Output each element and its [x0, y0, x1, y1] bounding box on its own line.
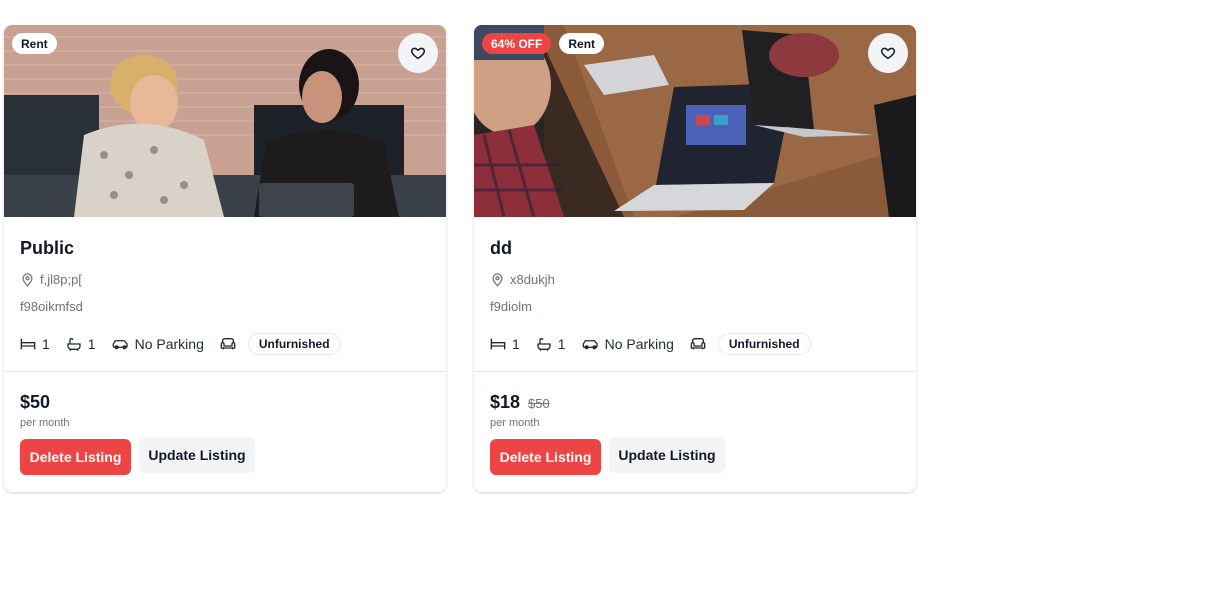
listing-type-badge: Rent	[12, 33, 57, 54]
bath-icon	[67, 338, 81, 351]
badge-group: 64% OFF Rent	[482, 33, 605, 54]
furnished-badge: Unfurnished	[717, 333, 811, 355]
listing-address: f,jl8p;p[	[40, 271, 82, 287]
price-row: $50	[20, 392, 430, 413]
listing-features: 1 1 No Parking Unfurnished	[20, 333, 430, 355]
listings-grid: Rent Public f,jl8p;p[ f98oikmfsd 1 1 No …	[4, 25, 916, 492]
price-row: $18 $50	[490, 392, 900, 413]
heart-icon	[410, 47, 426, 60]
listing-features: 1 1 No Parking Unfurnished	[490, 333, 900, 355]
listing-price: $50	[20, 392, 51, 412]
update-listing-button[interactable]: Update Listing	[609, 437, 725, 473]
badge-group: Rent	[12, 33, 57, 54]
parking-feature: No Parking	[582, 336, 674, 352]
car-icon	[112, 340, 128, 350]
listing-photo[interactable]: 64% OFF Rent	[474, 25, 916, 217]
bathrooms-feature: 1	[66, 336, 96, 352]
listing-description: f98oikmfsd	[20, 299, 83, 314]
bathrooms-count: 1	[87, 336, 96, 352]
bedrooms-feature: 1	[20, 336, 50, 352]
listing-location: f,jl8p;p[	[20, 269, 430, 289]
bed-icon	[490, 338, 506, 350]
listing-title[interactable]: dd	[490, 237, 900, 259]
bedrooms-feature: 1	[490, 336, 520, 352]
sofa-icon	[690, 338, 706, 350]
location-pin-icon	[22, 272, 33, 287]
heart-icon	[880, 47, 896, 60]
favorite-button[interactable]	[398, 33, 438, 73]
price-period: per month	[490, 417, 540, 429]
listing-details: Public f,jl8p;p[ f98oikmfsd 1 1 No Parki…	[4, 217, 446, 372]
listing-card[interactable]: 64% OFF Rent dd x8dukjh f9diolm 1 1 No P…	[474, 25, 916, 492]
delete-listing-button[interactable]: Delete Listing	[20, 439, 131, 475]
bathrooms-feature: 1	[536, 336, 566, 352]
sofa-icon	[220, 338, 236, 350]
listing-type-badge: Rent	[559, 33, 605, 54]
listing-footer: $50 per month Delete Listing Update List…	[4, 372, 446, 475]
listing-address: x8dukjh	[510, 271, 555, 287]
listing-actions: Delete Listing Update Listing	[20, 435, 430, 475]
furnished-feature: Unfurnished	[690, 333, 811, 355]
listing-price: $18	[490, 392, 521, 412]
listing-details: dd x8dukjh f9diolm 1 1 No Parking Unfurn…	[474, 217, 916, 372]
furnished-feature: Unfurnished	[220, 333, 341, 355]
listing-image	[4, 25, 446, 217]
favorite-button[interactable]	[868, 33, 908, 73]
bath-icon	[537, 338, 551, 351]
parking-label: No Parking	[134, 336, 204, 352]
bedrooms-count: 1	[512, 336, 520, 352]
discount-badge: 64% OFF	[482, 33, 552, 54]
price-period: per month	[20, 417, 70, 429]
listing-location: x8dukjh	[490, 269, 900, 289]
furnished-badge: Unfurnished	[247, 333, 341, 355]
listing-actions: Delete Listing Update Listing	[490, 435, 900, 475]
update-listing-button[interactable]: Update Listing	[139, 437, 255, 473]
listing-photo[interactable]: Rent	[4, 25, 446, 217]
listing-title[interactable]: Public	[20, 237, 430, 259]
bed-icon	[20, 338, 36, 350]
listing-card[interactable]: Rent Public f,jl8p;p[ f98oikmfsd 1 1 No …	[4, 25, 446, 492]
regular-price: $50	[528, 396, 550, 411]
parking-label: No Parking	[604, 336, 674, 352]
parking-feature: No Parking	[112, 336, 204, 352]
delete-listing-button[interactable]: Delete Listing	[490, 439, 601, 475]
location-pin-icon	[492, 272, 503, 287]
listing-footer: $18 $50 per month Delete Listing Update …	[474, 372, 916, 475]
bedrooms-count: 1	[42, 336, 50, 352]
listing-description: f9diolm	[490, 299, 532, 314]
bathrooms-count: 1	[557, 336, 566, 352]
car-icon	[582, 340, 598, 350]
